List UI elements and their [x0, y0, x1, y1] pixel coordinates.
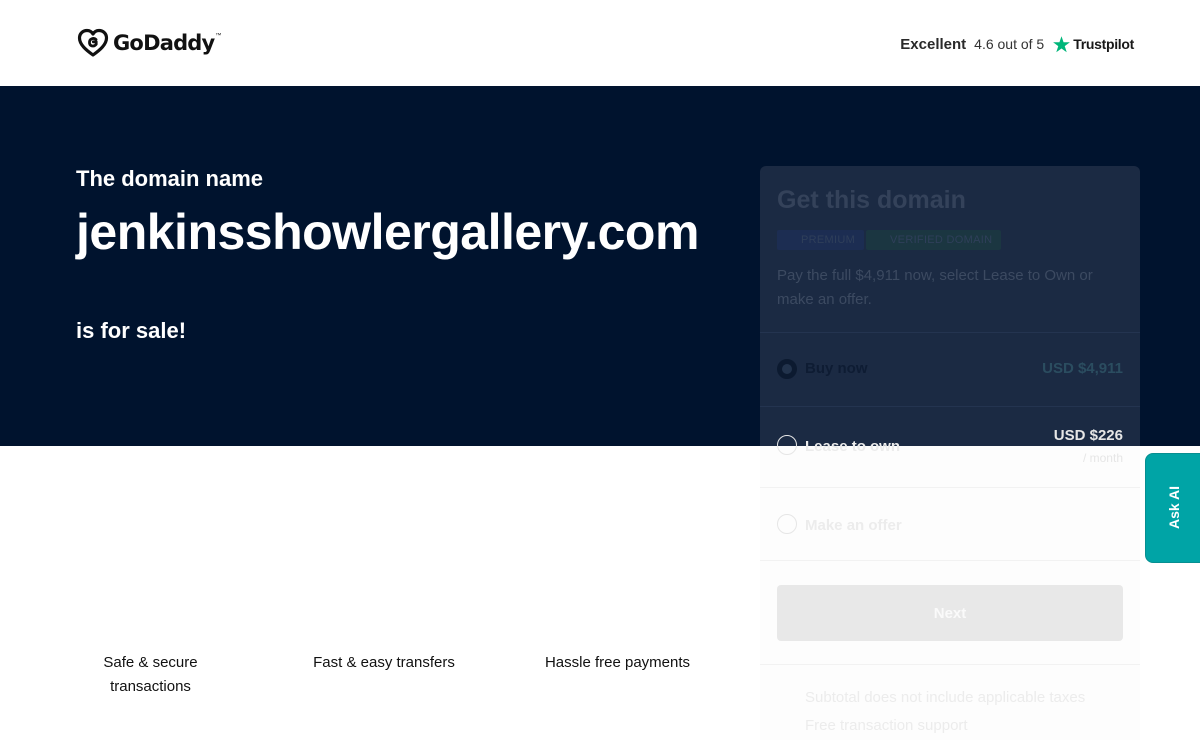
card-title: Get this domain	[777, 186, 966, 214]
logo-trademark: ™	[215, 33, 222, 39]
hero-intro: The domain name	[76, 166, 264, 191]
trustpilot-wordmark: Trustpilot	[1073, 36, 1134, 52]
card-divider	[760, 560, 1140, 561]
buy-now-price: USD $4,911	[1042, 360, 1123, 377]
godaddy-logo[interactable]: GoDaddy ™	[77, 28, 221, 58]
lease-to-own-label: Lease to own	[805, 438, 901, 455]
subtotal-note: Subtotal does not include applicable tax…	[805, 689, 1086, 706]
purchase-card: Get this domain PREMIUM VERIFIED DOMAIN …	[760, 166, 1140, 740]
site-header: GoDaddy ™ Excellent 4.6 out of 5 Trustpi…	[0, 0, 1200, 86]
option-lease-to-own[interactable]: Lease to own USD $226 / month	[760, 407, 1140, 487]
next-button[interactable]: Next	[777, 585, 1123, 641]
card-divider	[760, 664, 1140, 665]
godaddy-heart-logo-icon	[77, 28, 109, 57]
lease-to-own-radio[interactable]	[777, 435, 797, 455]
page: GoDaddy ™ Excellent 4.6 out of 5 Trustpi…	[0, 0, 1200, 740]
premium-badge: PREMIUM	[777, 230, 865, 250]
logo-wordmark: GoDaddy	[113, 31, 215, 55]
benefit-payments: Hassle free payments	[544, 654, 691, 671]
domain-name-heading: jenkinsshowlergallery.com	[76, 204, 699, 260]
trustpilot-rating[interactable]: Excellent 4.6 out of 5 Trustpilot	[900, 32, 1134, 56]
buy-now-radio[interactable]	[777, 359, 797, 379]
badge-list: PREMIUM VERIFIED DOMAIN	[777, 230, 1002, 250]
option-buy-now[interactable]: Buy now USD $4,911	[760, 333, 1140, 406]
transaction-support-note: Free transaction support	[805, 717, 968, 734]
for-sale-text: is for sale!	[76, 318, 187, 343]
lease-to-own-price: USD $226	[1053, 427, 1123, 444]
make-offer-radio[interactable]	[777, 514, 797, 534]
ask-ai-label: Ask AI	[1166, 485, 1182, 529]
trustpilot-logo: Trustpilot	[1052, 35, 1134, 54]
rating-score: 4.6 out of 5	[974, 36, 1045, 52]
benefit-transfers: Fast & easy transfers	[313, 654, 455, 671]
verified-domain-badge: VERIFIED DOMAIN	[866, 230, 1002, 250]
make-offer-label: Make an offer	[805, 517, 902, 534]
buy-now-label: Buy now	[805, 360, 868, 377]
lease-per-month: / month	[1082, 451, 1123, 465]
benefit-secure: Safe & secure transactions	[103, 654, 198, 695]
card-description: Pay the full $4,911 now, select Lease to…	[777, 267, 1093, 308]
rating-label: Excellent	[900, 35, 967, 53]
trustpilot-star-icon	[1053, 35, 1071, 52]
option-make-offer[interactable]: Make an offer	[760, 488, 1140, 560]
ask-ai-button[interactable]: Ask AI	[1145, 453, 1200, 563]
